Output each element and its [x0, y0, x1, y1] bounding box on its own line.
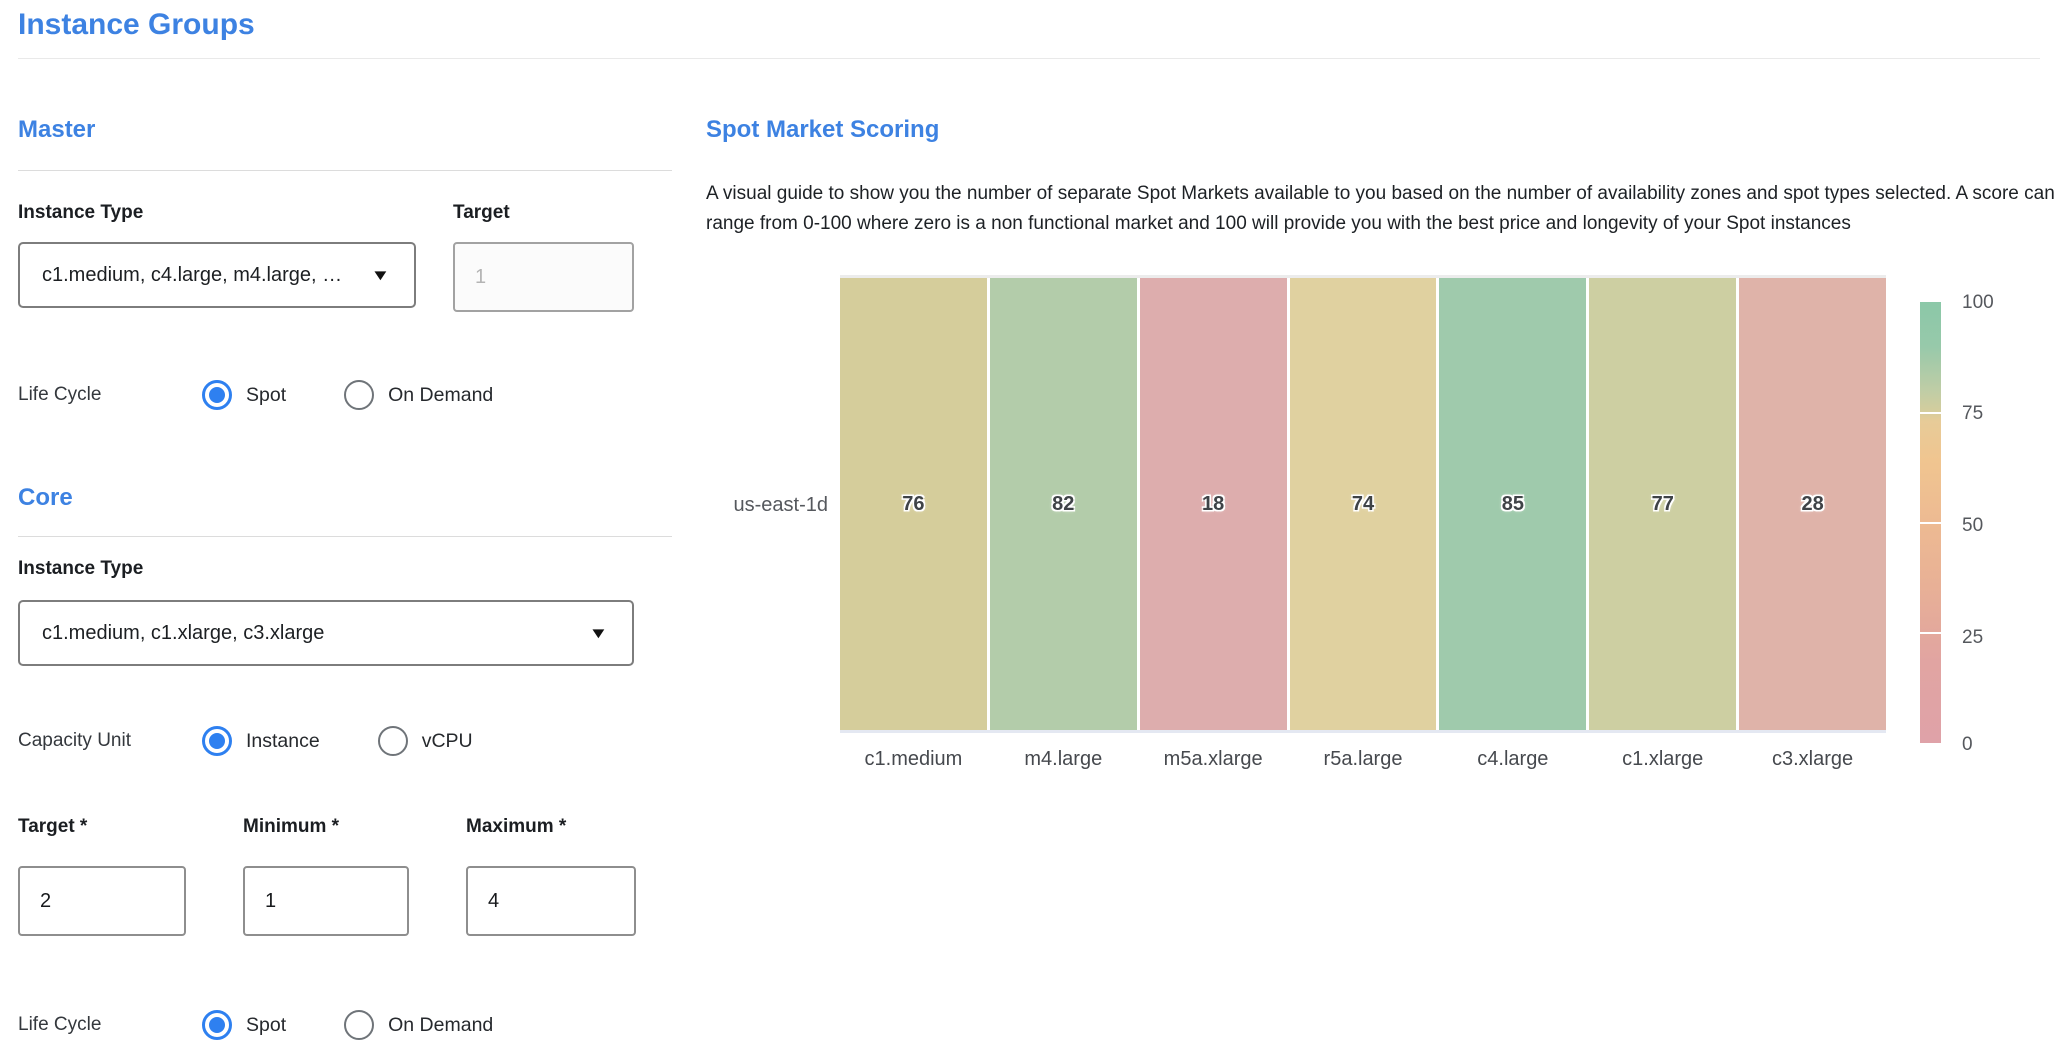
heatmap-cell-value: 82: [1052, 493, 1074, 516]
core-lifecycle-radio-on-demand[interactable]: [344, 1010, 374, 1040]
heatmap-cell-value: 74: [1352, 493, 1374, 516]
master-lifecycle-on-demand-label[interactable]: On Demand: [388, 384, 493, 407]
colorbar-tick-75: 75: [1962, 401, 2022, 427]
heatmap-column-label: c1.xlarge: [1589, 748, 1736, 771]
core-instance-type-value: c1.medium, c1.xlarge, c3.xlarge: [42, 622, 324, 645]
title-divider: [18, 58, 2040, 59]
spot-market-description: A visual guide to show you the number of…: [706, 179, 2058, 239]
core-lifecycle-radio-spot[interactable]: [202, 1010, 232, 1040]
master-section-heading: Master: [18, 116, 95, 144]
heatmap-column-label: m4.large: [990, 748, 1137, 771]
master-target-label: Target: [453, 202, 510, 224]
core-lifecycle-group: Life Cycle Spot On Demand: [18, 1008, 658, 1042]
heatmap-cell: 76: [840, 278, 987, 730]
heatmap-cell: 77: [1589, 278, 1736, 730]
colorbar-gradient: [1920, 302, 1941, 743]
core-divider: [18, 536, 672, 537]
master-lifecycle-spot-label[interactable]: Spot: [246, 384, 286, 407]
core-instance-type-label: Instance Type: [18, 558, 143, 580]
instance-groups-page: Instance Groups Master Instance Type c1.…: [0, 0, 2058, 1058]
master-lifecycle-radio-on-demand[interactable]: [344, 380, 374, 410]
heatmap-cell: 28: [1739, 278, 1886, 730]
heatmap-cell-value: 85: [1502, 493, 1524, 516]
master-lifecycle-radio-spot[interactable]: [202, 380, 232, 410]
heatmap-cell-value: 28: [1801, 493, 1823, 516]
master-target-input[interactable]: [453, 242, 634, 312]
core-minimum-input[interactable]: [243, 866, 409, 936]
core-capacity-radio-vcpu[interactable]: [378, 726, 408, 756]
core-minimum-label: Minimum *: [243, 816, 339, 838]
spot-market-heatmap: 76 82 18 74 85 77 28: [840, 275, 1886, 733]
core-capacity-vcpu-label[interactable]: vCPU: [422, 730, 473, 753]
core-section-heading: Core: [18, 484, 73, 512]
heatmap-cell-value: 77: [1652, 493, 1674, 516]
master-instance-type-label: Instance Type: [18, 202, 143, 224]
core-lifecycle-spot-label[interactable]: Spot: [246, 1014, 286, 1037]
heatmap-column-label: c4.large: [1439, 748, 1586, 771]
core-capacity-unit-label: Capacity Unit: [18, 730, 202, 752]
heatmap-column-label: m5a.xlarge: [1140, 748, 1287, 771]
master-lifecycle-label: Life Cycle: [18, 384, 202, 406]
heatmap-column-label: c3.xlarge: [1739, 748, 1886, 771]
master-instance-type-dropdown[interactable]: c1.medium, c4.large, m4.large, … ▼: [18, 242, 416, 308]
heatmap-cell-value: 18: [1202, 493, 1224, 516]
master-instance-type-value: c1.medium, c4.large, m4.large, …: [42, 264, 342, 287]
spot-market-scoring-heading: Spot Market Scoring: [706, 116, 939, 144]
colorbar-separator: [1920, 522, 1941, 524]
heatmap-cell: 18: [1140, 278, 1287, 730]
core-capacity-unit-group: Capacity Unit Instance vCPU: [18, 724, 658, 758]
heatmap-cell-value: 76: [902, 493, 924, 516]
heatmap-column-labels: c1.medium m4.large m5a.xlarge r5a.large …: [840, 748, 1886, 771]
page-title: Instance Groups: [18, 8, 255, 42]
colorbar-tick-100: 100: [1962, 290, 2022, 316]
colorbar-tick-50: 50: [1962, 513, 2022, 539]
core-maximum-input[interactable]: [466, 866, 636, 936]
core-maximum-label: Maximum *: [466, 816, 566, 838]
heatmap-column-label: r5a.large: [1290, 748, 1437, 771]
core-lifecycle-on-demand-label[interactable]: On Demand: [388, 1014, 493, 1037]
heatmap-row-label: us-east-1d: [700, 494, 828, 517]
colorbar-tick-0: 0: [1962, 732, 2022, 758]
heatmap-cell: 85: [1439, 278, 1586, 730]
heatmap-column-label: c1.medium: [840, 748, 987, 771]
heatmap-cell: 74: [1290, 278, 1437, 730]
colorbar-separator: [1920, 412, 1941, 414]
core-lifecycle-label: Life Cycle: [18, 1014, 202, 1036]
core-target-label: Target *: [18, 816, 87, 838]
chevron-down-icon: ▼: [589, 625, 609, 642]
core-capacity-radio-instance[interactable]: [202, 726, 232, 756]
master-divider: [18, 170, 672, 171]
master-lifecycle-group: Life Cycle Spot On Demand: [18, 378, 658, 412]
core-capacity-instance-label[interactable]: Instance: [246, 730, 320, 753]
core-instance-type-dropdown[interactable]: c1.medium, c1.xlarge, c3.xlarge ▼: [18, 600, 634, 666]
core-target-input[interactable]: [18, 866, 186, 936]
chevron-down-icon: ▼: [371, 267, 391, 284]
colorbar-tick-25: 25: [1962, 625, 2022, 651]
colorbar-separator: [1920, 632, 1941, 634]
heatmap-cell: 82: [990, 278, 1137, 730]
